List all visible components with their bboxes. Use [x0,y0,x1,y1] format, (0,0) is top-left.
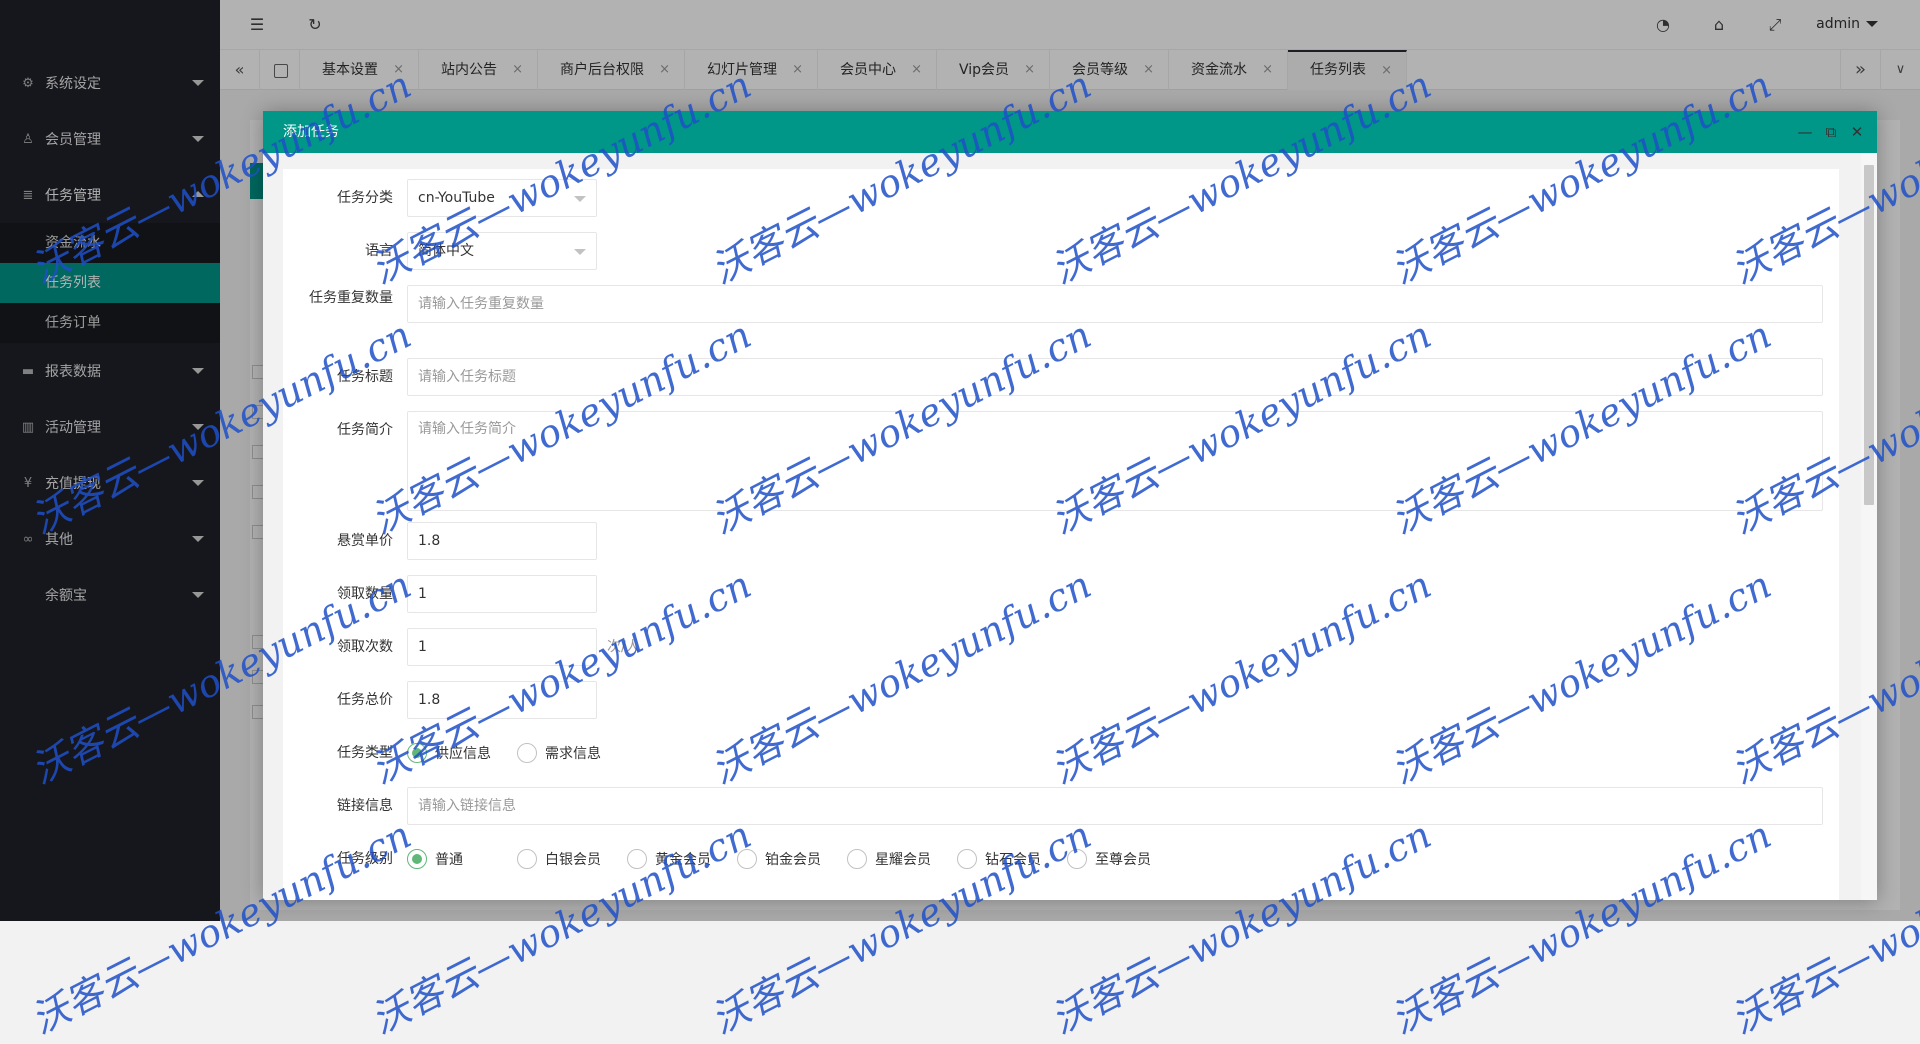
claim-quantity-input[interactable]: 1 [407,575,597,613]
minimize-icon[interactable]: — [1795,111,1815,153]
radio-unchecked-icon [847,849,867,869]
chevron-down-icon [574,196,586,202]
task-form: 任务分类 cn-YouTube 语言 简体中文 任务重复数量 请输入任务重复数量… [283,169,1839,900]
add-task-modal: 添加任务 — ⧉ ✕ 任务分类 cn-YouTube 语言 简体中文 任务重复数… [263,111,1877,900]
task-type-supply-radio[interactable]: 供应信息 [407,742,491,764]
task-intro-textarea[interactable]: 请输入任务简介 [407,411,1823,511]
radio-label: 需求信息 [545,746,601,762]
task-type-label: 任务类型 [337,745,393,761]
modal-title-bar[interactable]: 添加任务 — ⧉ ✕ [263,111,1877,153]
category-select[interactable]: cn-YouTube [407,179,597,217]
level-radio-platinum[interactable]: 铂金会员 [737,848,821,870]
radio-label: 星耀会员 [875,852,931,868]
language-label: 语言 [365,243,393,259]
repeat-quantity-input[interactable]: 请输入任务重复数量 [407,285,1823,323]
title-label: 任务标题 [337,369,393,385]
task-type-demand-radio[interactable]: 需求信息 [517,742,601,764]
radio-unchecked-icon [1067,849,1087,869]
intro-label: 任务简介 [337,422,393,438]
radio-unchecked-icon [957,849,977,869]
level-radio-supreme[interactable]: 至尊会员 [1067,848,1151,870]
radio-label: 至尊会员 [1095,852,1151,868]
radio-label: 黄金会员 [655,852,711,868]
maximize-icon[interactable]: ⧉ [1821,111,1841,153]
category-label: 任务分类 [337,190,393,206]
category-value: cn-YouTube [418,190,495,206]
task-level-label: 任务级别 [337,851,393,867]
repeat-label: 任务重复数量 [309,290,393,306]
language-select[interactable]: 简体中文 [407,232,597,270]
claim-times-input[interactable]: 1 [407,628,597,666]
radio-unchecked-icon [517,743,537,763]
total-price-input[interactable]: 1.8 [407,681,597,719]
modal-title: 添加任务 [283,124,339,140]
radio-label: 供应信息 [435,746,491,762]
close-icon[interactable]: ✕ [1847,111,1867,153]
chevron-down-icon [574,249,586,255]
radio-checked-icon [407,743,427,763]
link-label: 链接信息 [337,798,393,814]
level-radio-gold[interactable]: 黄金会员 [627,848,711,870]
reward-price-input[interactable]: 1.8 [407,522,597,560]
modal-scrollbar[interactable] [1861,153,1877,900]
radio-label: 白银会员 [545,852,601,868]
modal-body: 任务分类 cn-YouTube 语言 简体中文 任务重复数量 请输入任务重复数量… [263,153,1877,900]
link-info-input[interactable]: 请输入链接信息 [407,787,1823,825]
reward-label: 悬赏单价 [337,533,393,549]
radio-label: 铂金会员 [765,852,821,868]
total-price-label: 任务总价 [337,692,393,708]
level-radio-normal[interactable]: 普通 [407,848,463,870]
claim-quantity-label: 领取数量 [337,586,393,602]
level-radio-silver[interactable]: 白银会员 [517,848,601,870]
level-radio-star[interactable]: 星耀会员 [847,848,931,870]
level-radio-diamond[interactable]: 钻石会员 [957,848,1041,870]
radio-checked-icon [407,849,427,869]
language-value: 简体中文 [418,243,474,259]
task-title-input[interactable]: 请输入任务标题 [407,358,1823,396]
claim-times-label: 领取次数 [337,639,393,655]
radio-unchecked-icon [627,849,647,869]
radio-label: 普通 [435,852,463,868]
claim-times-unit: 次/人 [607,639,640,655]
radio-unchecked-icon [737,849,757,869]
radio-unchecked-icon [517,849,537,869]
radio-label: 钻石会员 [985,852,1041,868]
scrollbar-thumb[interactable] [1864,165,1874,505]
